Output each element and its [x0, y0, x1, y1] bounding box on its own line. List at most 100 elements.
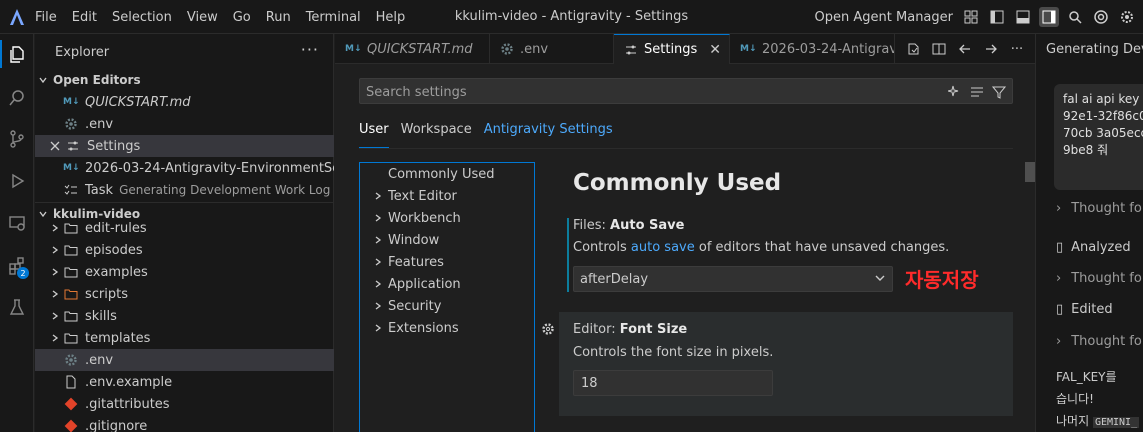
menu-file[interactable]: File	[35, 10, 57, 25]
open-editor-label: QUICKSTART.md	[85, 94, 191, 110]
chevron-right-icon	[370, 298, 386, 314]
tree-folder-examples[interactable]: examples	[35, 261, 334, 283]
desc-text: Controls	[573, 240, 631, 255]
agent-response-line: 나머지 GEMINI_	[1056, 412, 1140, 429]
source-control-icon[interactable]	[0, 125, 34, 153]
tree-item-label: templates	[85, 330, 151, 346]
gear-icon[interactable]	[541, 322, 555, 340]
thought-label: Thought fo	[1071, 334, 1142, 349]
toggle-panel-icon[interactable]	[1013, 7, 1033, 27]
tree-file-env[interactable]: .env	[35, 349, 334, 371]
open-editor-quickstart[interactable]: M↓ QUICKSTART.md	[35, 91, 334, 113]
open-editor-antigravity-doc[interactable]: M↓ 2026-03-24-Antigravity-EnvironmentSet…	[35, 157, 334, 179]
more-actions-button[interactable]: ···	[301, 40, 319, 59]
menu-help[interactable]: Help	[376, 10, 406, 25]
arrow-right-icon[interactable]	[981, 39, 1001, 59]
tree-folder-episodes[interactable]: episodes	[35, 239, 334, 261]
chevron-right-icon	[47, 264, 63, 280]
analyzed-row[interactable]: ▯ Analyzed	[1056, 240, 1131, 255]
toc-window[interactable]: Window	[360, 229, 534, 251]
thought-row[interactable]: › Thought fo	[1056, 334, 1142, 349]
clear-filter-icon[interactable]	[968, 83, 986, 101]
scrollbar[interactable]	[1025, 162, 1035, 182]
chrome-icon[interactable]	[1091, 7, 1111, 27]
editor-tabs: M↓ QUICKSTART.md .env Settings ✕ M↓ 2026…	[335, 34, 1035, 64]
gear-icon	[63, 116, 79, 132]
toggle-primary-sidebar-icon[interactable]	[987, 7, 1007, 27]
open-editor-task[interactable]: Task Generating Development Work Log	[35, 179, 334, 201]
open-editors-section[interactable]: Open Editors	[35, 69, 334, 91]
open-editor-settings[interactable]: Settings	[35, 135, 334, 157]
file-icon: ▯	[1056, 302, 1064, 317]
toc-commonly-used[interactable]: Commonly Used	[360, 163, 534, 185]
tab-label: Settings	[644, 42, 698, 57]
toc-application[interactable]: Application	[360, 273, 534, 295]
close-icon[interactable]: ✕	[709, 42, 721, 58]
open-editor-env[interactable]: .env	[35, 113, 334, 135]
gear-icon	[500, 42, 514, 56]
font-size-input[interactable]: 18	[573, 370, 773, 396]
tab-env[interactable]: .env	[490, 34, 614, 64]
arrow-left-icon[interactable]	[955, 39, 975, 59]
search-input[interactable]	[366, 83, 926, 101]
tree-item-label: episodes	[85, 242, 143, 258]
user-message: fal ai api key : 92e1-32f86c0770cb 3a05e…	[1054, 84, 1143, 190]
remote-explorer-icon[interactable]	[0, 209, 34, 237]
thought-label: Thought fo	[1071, 271, 1142, 286]
extensions-badge: 2	[17, 267, 29, 279]
explorer-icon[interactable]	[0, 40, 34, 68]
filter-icon[interactable]	[990, 83, 1008, 101]
menu-run[interactable]: Run	[266, 10, 291, 25]
tab-label: 2026-03-24-Antigravity	[762, 41, 895, 57]
split-editor-icon[interactable]	[929, 39, 949, 59]
tree-folder-edit-rules[interactable]: edit-rules	[35, 217, 334, 239]
tree-file-env-example[interactable]: .env.example	[35, 371, 334, 393]
setting-name: Font Size	[619, 322, 688, 337]
auto-save-link[interactable]: auto save	[631, 240, 695, 255]
search-icon[interactable]	[0, 84, 34, 112]
auto-save-dropdown[interactable]: afterDelay	[573, 266, 893, 292]
account-settings-icon[interactable]	[1117, 7, 1137, 27]
toc-features[interactable]: Features	[360, 251, 534, 273]
tree-folder-scripts[interactable]: scripts	[35, 283, 334, 305]
toc-extensions[interactable]: Extensions	[360, 317, 534, 339]
tab-workspace[interactable]: Workspace	[401, 122, 472, 148]
tab-user[interactable]: User	[359, 122, 389, 148]
close-icon[interactable]	[47, 138, 63, 154]
menu-view[interactable]: View	[187, 10, 218, 25]
open-agent-manager-button[interactable]: Open Agent Manager	[815, 10, 953, 25]
agent-panel: Generating Develo fal ai api key : 92e1-…	[1035, 34, 1143, 432]
explorer-title: Explorer	[55, 45, 110, 60]
thought-row[interactable]: › Thought fo	[1056, 271, 1142, 286]
toc-workbench[interactable]: Workbench	[360, 207, 534, 229]
open-settings-json-icon[interactable]	[903, 39, 923, 59]
toggle-secondary-sidebar-icon[interactable]	[1039, 7, 1059, 27]
search-icon[interactable]	[1065, 7, 1085, 27]
setting-editor-font-size: Editor: Font Size Controls the font size…	[542, 312, 1013, 416]
tab-antigravity-doc[interactable]: M↓ 2026-03-24-Antigravity	[730, 34, 895, 64]
antigravity-settings-link[interactable]: Antigravity Settings	[484, 122, 613, 148]
tab-settings[interactable]: Settings ✕	[614, 34, 730, 64]
tree-file-gitattributes[interactable]: .gitattributes	[35, 393, 334, 415]
edited-row[interactable]: ▯ Edited	[1056, 302, 1113, 317]
menu-go[interactable]: Go	[233, 10, 251, 25]
tree-item-label: skills	[85, 308, 117, 324]
toc-text-editor[interactable]: Text Editor	[360, 185, 534, 207]
setting-category: Files:	[573, 218, 611, 233]
menu-edit[interactable]: Edit	[72, 10, 97, 25]
toc-security[interactable]: Security	[360, 295, 534, 317]
markdown-icon: M↓	[740, 44, 757, 54]
tree-folder-skills[interactable]: skills	[35, 305, 334, 327]
testing-flask-icon[interactable]	[0, 293, 34, 321]
menu-terminal[interactable]: Terminal	[306, 10, 361, 25]
run-debug-icon[interactable]	[0, 167, 34, 195]
menu-selection[interactable]: Selection	[112, 10, 172, 25]
extensions-icon[interactable]: 2	[0, 252, 34, 280]
tab-quickstart[interactable]: M↓ QUICKSTART.md	[335, 34, 490, 64]
tree-folder-templates[interactable]: templates	[35, 327, 334, 349]
thought-row[interactable]: › Thought fo	[1056, 201, 1142, 216]
tree-file-gitignore[interactable]: .gitignore	[35, 415, 334, 432]
layout-controls-icon[interactable]	[961, 7, 981, 27]
sparkle-icon[interactable]	[946, 83, 964, 101]
more-icon[interactable]: ···	[1007, 39, 1027, 59]
